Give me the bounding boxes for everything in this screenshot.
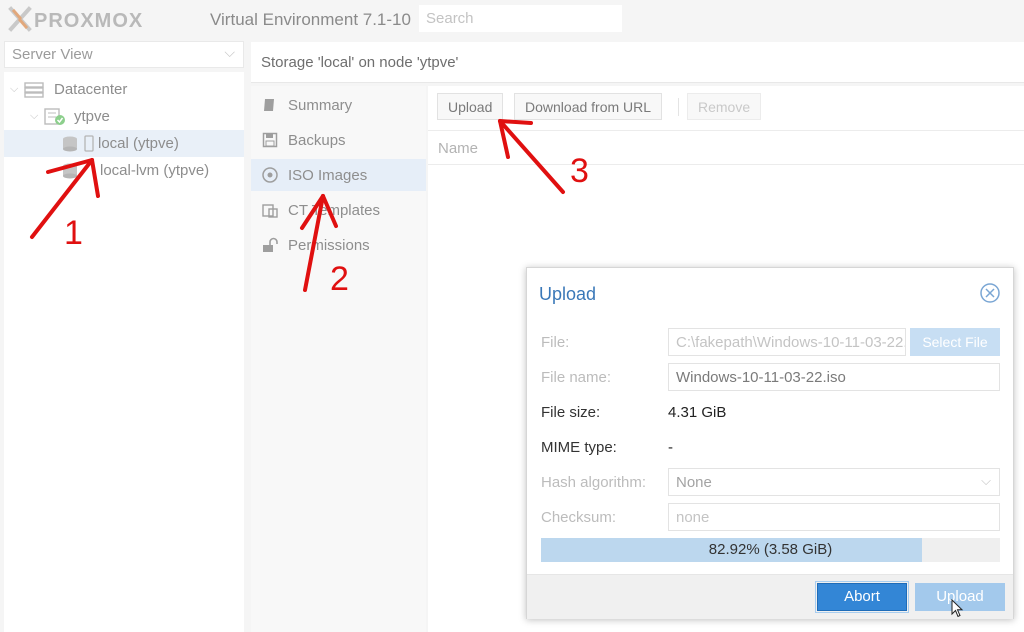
annotation-step-1: 1 bbox=[64, 214, 83, 252]
annotation-step-2: 2 bbox=[330, 260, 349, 298]
annotation-overlay: 1 2 3 bbox=[30, 119, 589, 298]
annotation-step-3: 3 bbox=[570, 152, 589, 190]
annotation-arrow-3 bbox=[498, 119, 565, 194]
